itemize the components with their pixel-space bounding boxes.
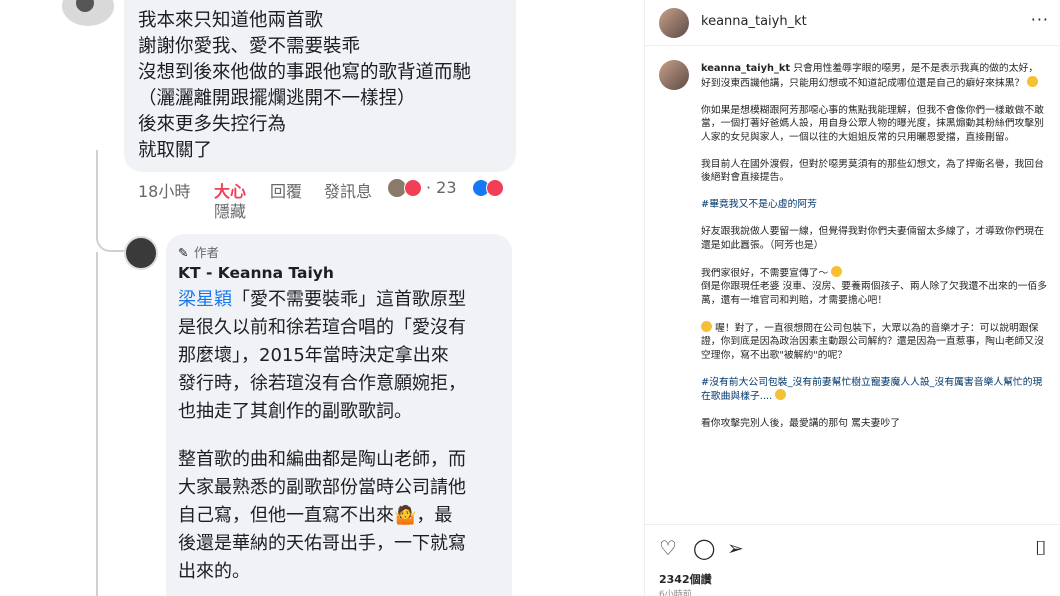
caption-area: keanna_taiyh_kt 只會用性羞辱字眼的噁男，是不是表示我真的做的太好… <box>645 46 1060 524</box>
reply-line: 那麼壞」，2015年當時決定拿出來 <box>178 345 449 366</box>
post-header: keanna_taiyh_kt ··· <box>645 0 1060 46</box>
more-horizontal-icon[interactable]: ··· <box>1031 10 1049 29</box>
reply-line: 後還是華納的天佑哥出手，一下就寫 <box>178 533 466 554</box>
post-actions: ♡ ◯ ➢ ⌷ 2342個讚 6小時前 <box>645 524 1060 596</box>
instagram-post-panel: keanna_taiyh_kt ··· keanna_taiyh_kt 只會用性… <box>644 0 1060 596</box>
thread-connector <box>96 150 124 252</box>
caption-username[interactable]: keanna_taiyh_kt <box>701 63 790 74</box>
author-avatar[interactable] <box>124 236 158 270</box>
reaction-count: · 23 <box>426 178 457 197</box>
caption-paragraph: 看你攻擊完別人後，最愛講的那句 罵夫妻吵了 <box>701 418 901 429</box>
comment-line: 沒想到後來他做的事跟他寫的歌背道而馳 <box>138 62 472 83</box>
hand-emoji-icon <box>701 320 712 332</box>
reply-line: 自己寫，但他一直寫不出來🤷，最 <box>178 505 453 526</box>
reply-line: 出來的。 <box>178 561 250 582</box>
thinking-emoji-icon <box>1027 75 1039 87</box>
laughing-emoji-icon <box>831 265 843 277</box>
comment-time[interactable]: 18小時 <box>138 178 190 202</box>
reply-text: 「愛不需要裝乖」這首歌原型 <box>232 289 466 310</box>
reply-line: 大家最熟悉的副歌部份當時公司請他 <box>178 477 466 498</box>
send-message-button[interactable]: 發訊息 <box>324 178 372 202</box>
post-time: 6小時前 <box>659 590 692 596</box>
reaction-summary[interactable]: · 23 <box>388 178 508 198</box>
caption-text: 我們家很好，不需要宣傳了～ <box>701 267 829 279</box>
comment-icon[interactable]: ◯ <box>693 537 715 559</box>
comment-line: （灑灑離開跟擺爛逃開不一樣捏） <box>138 88 416 109</box>
caption-text: 倒是你跟現任老婆 沒車、沒房、要養兩個孩子、兩人除了欠我還不出來的一佰多萬，還有… <box>701 281 1048 306</box>
reply-line: 發行時，徐若瑄沒有合作意願婉拒， <box>178 373 466 394</box>
love-reaction-icon <box>404 179 422 197</box>
reply-author-name[interactable]: KT - Keanna Taiyh <box>178 262 500 284</box>
pen-icon: ✎ <box>178 245 189 260</box>
send-icon[interactable]: ➢ <box>727 537 744 559</box>
bookmark-icon[interactable]: ⌷ <box>1035 537 1047 559</box>
heart-outline-icon[interactable]: ♡ <box>659 537 677 559</box>
reply-line: 也抽走了其創作的副歌歌詞。 <box>178 401 412 422</box>
caption-text: 喔！對了，一直很想問在公司包裝下，大眾以為的音樂才子：可以說明跟保證，你到底是因… <box>701 322 1044 361</box>
mention-link[interactable]: 梁星穎 <box>178 289 232 310</box>
caption-paragraph: 好友跟我說做人要留一線，但覺得我對你們夫妻倆留太多線了，才導致你們現在還是如此囂… <box>701 226 1044 251</box>
profile-username[interactable]: keanna_taiyh_kt <box>701 14 807 29</box>
comment-line: 謝謝你愛我、愛不需要裝乖 <box>138 36 361 57</box>
comment-line: 就取關了 <box>138 140 213 161</box>
hide-button[interactable]: 隱藏 <box>214 198 246 222</box>
caption-avatar[interactable] <box>659 60 689 90</box>
reply-button[interactable]: 回覆 <box>270 178 302 202</box>
profile-avatar[interactable] <box>659 8 689 38</box>
author-badge-label: 作者 <box>193 245 219 260</box>
commenter-avatar[interactable] <box>62 0 114 26</box>
likes-count[interactable]: 2342個讚 <box>659 571 712 587</box>
thread-connector <box>96 252 98 596</box>
comment-line: 我本來只知道他兩首歌 <box>138 10 324 31</box>
caption-paragraph: 你如果是想模糊跟阿芳那噁心事的焦點我能理解，但我不會像你們一樣敢做不敢當，一個打… <box>701 104 1044 143</box>
reply-line: 整首歌的曲和編曲都是陶山老師，而 <box>178 449 466 470</box>
reply-line: 梁星穎「愛不需要裝乖」這首歌原型 <box>178 286 500 314</box>
comment-line: 後來更多失控行為 <box>138 114 287 135</box>
reply-line: 是很久以前和徐若瑄合唱的「愛沒有 <box>178 317 466 338</box>
hashtag-link[interactable]: #沒有前大公司包裝_沒有前妻幫忙樹立寵妻魔人人設_沒有厲害音樂人幫忙的現在歌曲與… <box>701 377 1042 403</box>
comment-meta: 18小時 大心 隱藏 回覆 發訊息 · 23 <box>138 178 538 221</box>
post-caption: keanna_taiyh_kt 只會用性羞辱字眼的噁男，是不是表示我真的做的太好… <box>701 62 1047 444</box>
love-reaction-icon <box>486 179 504 197</box>
smile-emoji-icon <box>775 389 787 400</box>
facebook-comment-panel: 我本來只知道他兩首歌 謝謝你愛我、愛不需要裝乖 沒想到後來他做的事跟他寫的歌背道… <box>0 0 644 596</box>
comment-bubble: 我本來只知道他兩首歌 謝謝你愛我、愛不需要裝乖 沒想到後來他做的事跟他寫的歌背道… <box>124 0 516 172</box>
caption-paragraph: 我目前人在國外渡假，但對於噁男莫須有的那些幻想文，為了捍衛名譽，我回台後絕對會直… <box>701 158 1044 184</box>
author-badge: ✎ 作者 <box>178 244 500 262</box>
hashtag-link[interactable]: #畢竟我又不是心虛的阿芳 <box>701 198 1047 212</box>
reply-bubble: ✎ 作者 KT - Keanna Taiyh 梁星穎「愛不需要裝乖」這首歌原型 … <box>166 234 512 596</box>
